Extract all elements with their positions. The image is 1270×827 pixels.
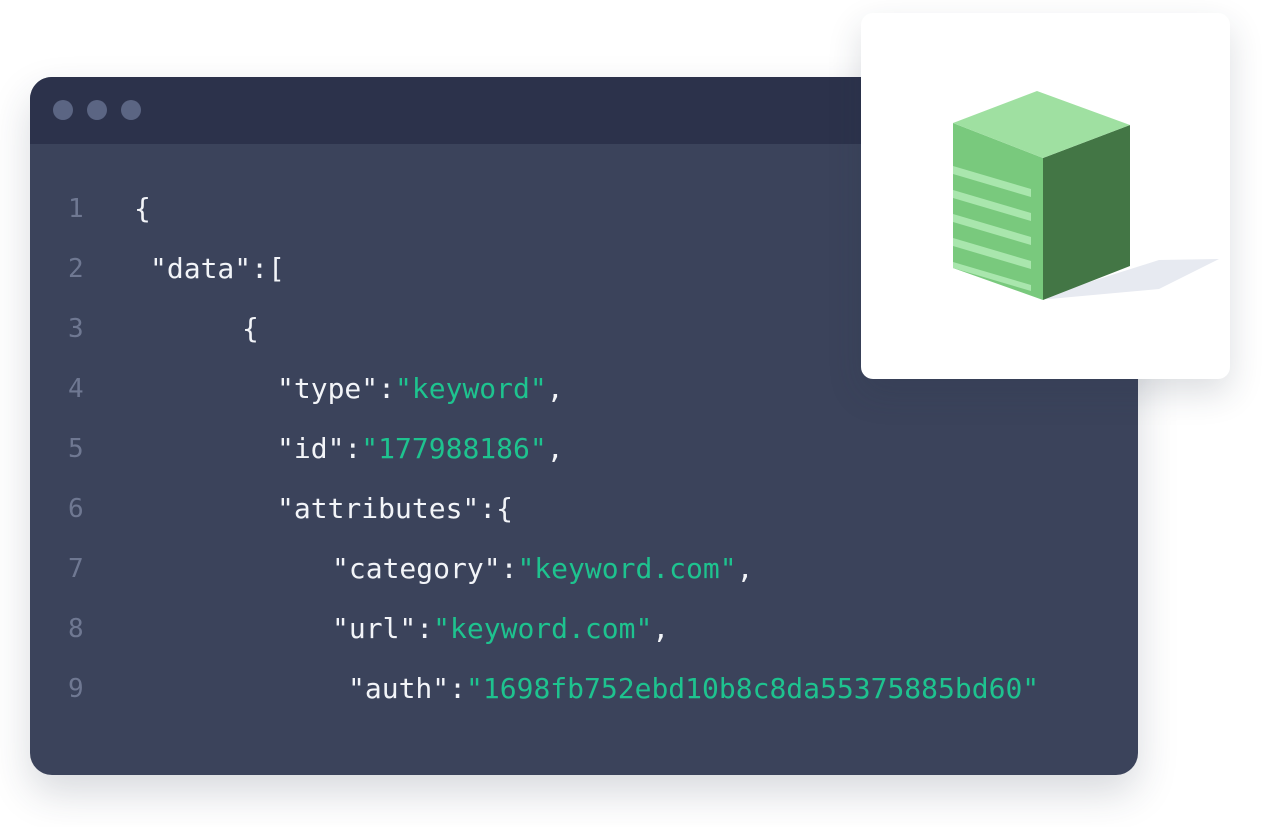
line-number: 2: [68, 254, 84, 284]
server-box-icon: [953, 91, 1219, 300]
code-text: {: [134, 189, 151, 229]
code-text: "data":[: [150, 249, 285, 289]
string-token: "keyword.com": [517, 552, 737, 585]
string-token: "keyword": [395, 372, 547, 405]
line-number: 4: [68, 374, 84, 404]
stage: 1 {2 "data":[ 3 {4 "type":"keyword", 5 "id":"17…: [0, 0, 1270, 827]
code-text: "id":"177988186",: [277, 429, 564, 469]
illustration-card: [861, 13, 1230, 379]
line-number: 9: [68, 674, 84, 704]
plain-token: ,: [652, 612, 670, 645]
plain-token: "category":: [332, 552, 518, 585]
plain-token: {: [134, 192, 151, 225]
code-text: {: [242, 309, 259, 349]
code-line: 7 "category":"keyword.com",: [30, 549, 1138, 589]
line-number: 8: [68, 614, 84, 644]
plain-token: "id":: [277, 432, 362, 465]
code-text: "category":"keyword.com",: [332, 549, 753, 589]
code-text: "attributes":{: [277, 489, 513, 529]
code-line: 5 "id":"177988186",: [30, 429, 1138, 469]
plain-token: ,: [546, 372, 564, 405]
code-line: 8 "url":"keyword.com",: [30, 609, 1138, 649]
string-token: "177988186": [361, 432, 547, 465]
string-token: "1698fb752ebd10b8c8da55375885bd60": [466, 672, 1040, 705]
plain-token: "attributes":{: [277, 492, 514, 525]
code-line: 9 "auth":"1698fb752ebd10b8c8da55375885bd6…: [30, 669, 1138, 709]
code-text: "type":"keyword",: [277, 369, 564, 409]
code-line: 6 "attributes":{: [30, 489, 1138, 529]
line-number: 5: [68, 434, 84, 464]
plain-token: {: [242, 312, 259, 345]
plain-token: ,: [546, 432, 564, 465]
line-number: 3: [68, 314, 84, 344]
line-number: 1: [68, 194, 84, 224]
plain-token: ,: [736, 552, 754, 585]
code-text: "url":"keyword.com",: [332, 609, 669, 649]
plain-token: "data":[: [150, 252, 285, 285]
plain-token: "type":: [277, 372, 396, 405]
plain-token: "url":: [332, 612, 434, 645]
line-number: 6: [68, 494, 84, 524]
string-token: "keyword.com": [433, 612, 653, 645]
code-text: "auth":"1698fb752ebd10b8c8da55375885bd60…: [348, 669, 1039, 709]
line-number: 7: [68, 554, 84, 584]
plain-token: "auth":: [348, 672, 467, 705]
